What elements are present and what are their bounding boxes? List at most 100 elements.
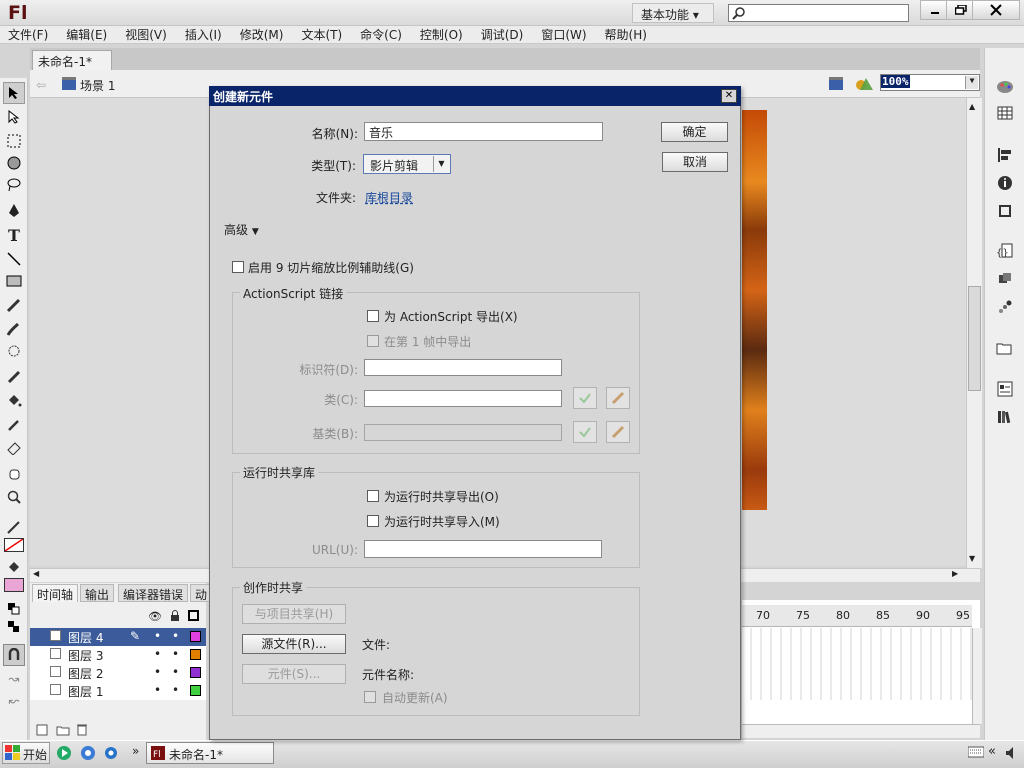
back-arrow-icon[interactable]: ⇦ — [36, 78, 46, 92]
line-tool-icon[interactable] — [3, 248, 25, 270]
menu-help[interactable]: 帮助(H) — [605, 26, 647, 43]
frame1-export-checkbox[interactable] — [367, 335, 379, 347]
taskbar-flash-window[interactable]: Fl 未命名-1* — [146, 742, 274, 764]
selection-tool-icon[interactable] — [3, 82, 25, 104]
advanced-toggle[interactable]: 高级 ▼ — [224, 221, 259, 238]
tab-timeline[interactable]: 时间轴 — [32, 584, 79, 602]
new-folder-icon[interactable] — [56, 724, 70, 736]
pen-tool-icon[interactable] — [3, 200, 25, 222]
edit-base-button[interactable] — [606, 421, 630, 443]
start-button[interactable]: 开始 — [2, 742, 50, 764]
zoom-tool-icon[interactable] — [3, 486, 25, 508]
layer-name[interactable]: 图层 2 — [68, 665, 103, 682]
rectangle-tool-icon[interactable] — [3, 270, 25, 292]
layer-row[interactable]: 图层 1 • • — [30, 682, 206, 700]
identifier-input[interactable] — [364, 359, 562, 376]
swatches-icon[interactable] — [994, 102, 1016, 124]
frame-grid[interactable] — [742, 628, 972, 700]
brush-tool-icon[interactable] — [3, 318, 25, 340]
chevron-down-icon[interactable]: ▼ — [433, 156, 449, 172]
tab-output[interactable]: 输出 — [80, 584, 115, 602]
layer-name[interactable]: 图层 4 — [68, 629, 103, 646]
stage-image[interactable] — [742, 110, 767, 510]
layer-name[interactable]: 图层 1 — [68, 683, 103, 700]
eyedropper-icon[interactable] — [3, 414, 25, 436]
share-project-button[interactable]: 与项目共享(H) — [242, 604, 346, 624]
3d-rotation-icon[interactable] — [3, 152, 25, 174]
search-input[interactable] — [728, 4, 909, 22]
settings-icon[interactable] — [103, 745, 119, 761]
straighten-icon[interactable]: ↜ — [3, 690, 25, 712]
scale9-checkbox[interactable] — [232, 261, 244, 273]
validate-class-button[interactable] — [573, 387, 597, 409]
text-tool-icon[interactable]: T — [3, 224, 25, 246]
hand-tool-icon[interactable] — [3, 462, 25, 484]
menu-debug[interactable]: 调试(D) — [481, 26, 524, 43]
dialog-close-button[interactable]: ✕ — [721, 89, 737, 103]
stroke-color-icon[interactable] — [3, 516, 25, 538]
browser-icon[interactable] — [80, 745, 96, 761]
chevron-right-icon[interactable]: » — [132, 744, 139, 758]
menu-modify[interactable]: 修改(M) — [240, 26, 284, 43]
cancel-button[interactable]: 取消 — [662, 152, 728, 172]
keyboard-icon[interactable] — [968, 746, 984, 758]
outline-icon[interactable] — [188, 610, 199, 621]
subselection-tool-icon[interactable] — [3, 106, 25, 128]
edit-class-button[interactable] — [606, 387, 630, 409]
swap-colors-icon[interactable] — [3, 616, 25, 638]
project-icon[interactable] — [994, 338, 1016, 360]
zoom-select[interactable]: 100% ▼ — [880, 74, 980, 91]
document-tab[interactable]: 未命名-1* × — [32, 50, 112, 84]
lock-icon[interactable] — [170, 610, 180, 622]
url-input[interactable] — [364, 540, 602, 558]
free-transform-icon[interactable] — [3, 130, 25, 152]
components-icon[interactable] — [994, 268, 1016, 290]
validate-base-button[interactable] — [573, 421, 597, 443]
tray-expand-icon[interactable]: « — [988, 744, 996, 759]
workspace-switcher[interactable]: 基本功能 ▾ — [632, 3, 714, 23]
menu-commands[interactable]: 命令(C) — [360, 26, 402, 43]
media-player-icon[interactable] — [56, 745, 72, 761]
frames-vertical-scrollbar[interactable] — [972, 628, 982, 724]
edit-symbol-icon[interactable] — [854, 76, 874, 92]
layer-row[interactable]: 图层 2 • • — [30, 664, 206, 682]
rsl-export-checkbox[interactable] — [367, 490, 379, 502]
library-icon[interactable] — [994, 406, 1016, 428]
color-palette-icon[interactable] — [994, 76, 1016, 98]
eye-icon[interactable]: 👁 — [148, 610, 162, 623]
chevron-down-icon[interactable]: ▼ — [965, 76, 978, 89]
fill-color-icon[interactable] — [3, 556, 25, 578]
type-select[interactable]: 影片剪辑 ▼ — [363, 154, 451, 174]
code-snippets-icon[interactable]: {} — [994, 240, 1016, 262]
source-file-button[interactable]: 源文件(R)... — [242, 634, 346, 654]
menu-text[interactable]: 文本(T) — [301, 26, 342, 43]
rsl-import-checkbox[interactable] — [367, 515, 379, 527]
base-class-input[interactable] — [364, 424, 562, 441]
fill-swatch[interactable] — [4, 578, 24, 592]
bone-tool-icon[interactable] — [3, 366, 25, 388]
scene-label[interactable]: 场景 1 — [80, 77, 115, 94]
smooth-icon[interactable]: ↝ — [3, 668, 25, 690]
tab-motion-editor[interactable]: 动 — [190, 584, 210, 602]
folder-link[interactable]: 库根目录 — [365, 189, 413, 206]
layer-row[interactable]: 图层 3 • • — [30, 646, 206, 664]
info-icon[interactable] — [994, 172, 1016, 194]
deco-tool-icon[interactable] — [3, 340, 25, 362]
speaker-icon[interactable] — [1004, 745, 1020, 761]
align-icon[interactable] — [994, 144, 1016, 166]
pencil-tool-icon[interactable] — [3, 294, 25, 316]
frames-horizontal-scrollbar[interactable] — [742, 724, 980, 738]
menu-edit[interactable]: 编辑(E) — [66, 26, 107, 43]
menu-view[interactable]: 视图(V) — [125, 26, 167, 43]
new-layer-icon[interactable] — [36, 724, 48, 736]
paint-bucket-icon[interactable] — [3, 390, 25, 412]
layer-row[interactable]: 图层 4 ✎ • • — [30, 628, 206, 646]
properties-icon[interactable] — [994, 378, 1016, 400]
stage-vertical-scrollbar[interactable]: ▲ ▼ — [966, 98, 982, 568]
name-input[interactable]: 音乐 — [364, 122, 603, 141]
as-export-checkbox[interactable] — [367, 310, 379, 322]
eraser-icon[interactable] — [3, 436, 25, 458]
snap-magnet-icon[interactable] — [3, 644, 25, 666]
menu-control[interactable]: 控制(O) — [420, 26, 463, 43]
lasso-icon[interactable] — [3, 174, 25, 196]
